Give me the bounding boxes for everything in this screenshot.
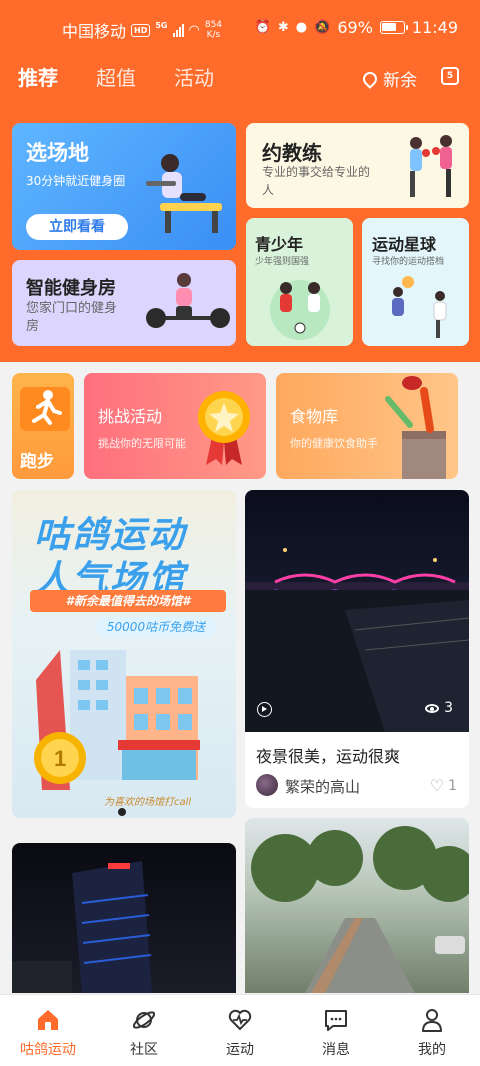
- nav-profile-label: 我的: [418, 1042, 446, 1058]
- card-running[interactable]: 跑步: [12, 373, 74, 479]
- youth-subtitle: 少年强则国强: [255, 257, 310, 267]
- venue-subtitle: 30分钟就近健身圈: [26, 174, 126, 188]
- view-count-value: 3: [444, 700, 453, 716]
- location-status-icon: ●: [295, 20, 308, 35]
- video-play-icon: [257, 702, 272, 717]
- like-count: 1: [448, 777, 457, 794]
- promo-banner[interactable]: 咕鸽运动 人气场馆 #新余最值得去的场馆# 50000咕币免费送 1 为喜欢的场…: [12, 490, 236, 818]
- bluetooth-icon: ✱: [277, 20, 289, 35]
- svg-text:1: 1: [54, 746, 66, 771]
- look-now-button[interactable]: 立即看看: [26, 214, 128, 240]
- challenge-title: 挑战活动: [98, 407, 163, 426]
- youth-title: 青少年: [255, 235, 304, 254]
- signal-icon: [172, 23, 184, 37]
- post-title: 夜景很美，运动很爽: [256, 747, 401, 766]
- eye-icon: [425, 703, 440, 713]
- clock: 11:49: [411, 18, 458, 37]
- runner-icon: [20, 387, 70, 431]
- card-smart-gym[interactable]: 智能健身房 您家门口的健身房: [12, 260, 236, 346]
- carrier-name: 中国移动: [62, 22, 127, 41]
- feed-post-card[interactable]: 3 夜景很美，运动很爽 繁荣的高山 ♡ 1: [245, 490, 469, 808]
- coach-subtitle: 专业的事交给专业的人: [262, 165, 371, 197]
- tab-recommend[interactable]: 推荐: [18, 62, 58, 91]
- card-book-coach[interactable]: 约教练 专业的事交给专业的人: [246, 123, 469, 208]
- wifi-icon: ◠: [188, 22, 200, 38]
- volleyball-illustration: [392, 276, 447, 338]
- star-subtitle: 寻找你的运动搭档: [372, 257, 445, 267]
- user-icon: [422, 1009, 442, 1032]
- building-illustration: 1: [34, 650, 200, 790]
- feed-card-night-building[interactable]: [12, 843, 236, 993]
- feed-card-tree-road[interactable]: [245, 818, 469, 993]
- status-bar: 中国移动 HD 5G ◠ 854 K/s ⏰ ✱ ● 🔕 69% 11:49: [0, 0, 480, 56]
- weightlifter-illustration: [146, 154, 222, 233]
- bottom-navigation: 咕鸽运动 社区 运动 消息 我的: [0, 994, 480, 1066]
- card-sport-planet[interactable]: 运动星球 寻找你的运动搭档: [362, 218, 469, 346]
- status-left: 中国移动 HD 5G ◠ 854 K/s: [62, 18, 222, 42]
- top-tabs: 推荐 超值 活动: [18, 62, 214, 91]
- gym-subtitle: 您家门口的健身房: [26, 301, 118, 334]
- banner-footer: 为喜欢的场馆打call: [104, 797, 192, 808]
- boxers-illustration: [410, 135, 452, 197]
- location-selector[interactable]: 新余: [360, 66, 417, 91]
- nav-community-label: 社区: [130, 1042, 158, 1058]
- home-icon: [38, 1010, 58, 1030]
- network-speed: 854 K/s: [205, 20, 222, 40]
- heart-icon: ♡: [429, 776, 445, 795]
- building-photo: [12, 861, 152, 993]
- road-photo: [251, 826, 469, 993]
- nav-profile[interactable]: 我的: [384, 995, 480, 1066]
- post-night-photo: 3: [245, 490, 469, 732]
- card-food-library[interactable]: 食物库 你的健康饮食助手: [276, 373, 458, 479]
- nav-sport[interactable]: 运动: [192, 995, 288, 1066]
- carousel-indicator: [118, 808, 126, 816]
- card-choose-venue[interactable]: 选场地 30分钟就近健身圈 立即看看: [12, 123, 236, 250]
- heartbeat-icon: [228, 1009, 252, 1031]
- calendar-icon[interactable]: 5: [441, 67, 459, 85]
- food-subtitle: 你的健康饮食助手: [290, 437, 378, 450]
- message-icon: [325, 1010, 347, 1031]
- card-challenge[interactable]: 挑战活动 挑战你的无限可能: [84, 373, 266, 479]
- venue-title: 选场地: [26, 141, 89, 165]
- status-right: ⏰ ✱ ● 🔕 69% 11:49: [255, 18, 458, 37]
- tab-activity[interactable]: 活动: [174, 62, 214, 91]
- food-title: 食物库: [290, 407, 339, 426]
- coach-title: 约教练: [262, 141, 322, 165]
- card-youth[interactable]: 青少年 少年强则国强: [246, 218, 353, 346]
- running-label: 跑步: [20, 452, 54, 472]
- battery-icon: [379, 21, 408, 34]
- banner-promo: 50000咕币免费送: [96, 617, 216, 637]
- nav-messages[interactable]: 消息: [288, 995, 384, 1066]
- medal-star-icon: [198, 391, 250, 465]
- gym-title: 智能健身房: [26, 278, 116, 299]
- star-title: 运动星球: [372, 235, 437, 254]
- planet-icon: [132, 1011, 156, 1029]
- speed-value: 854: [204, 20, 223, 30]
- nav-home[interactable]: 咕鸽运动: [0, 995, 96, 1066]
- nav-messages-label: 消息: [322, 1042, 350, 1058]
- banner-tag: #新余最值得去的场馆#: [30, 590, 226, 612]
- view-count: 3: [425, 700, 453, 716]
- mute-icon: 🔕: [314, 20, 331, 35]
- nav-home-label: 咕鸽运动: [20, 1042, 76, 1058]
- nav-community[interactable]: 社区: [96, 995, 192, 1066]
- location-label: 新余: [383, 71, 417, 91]
- challenge-subtitle: 挑战你的无限可能: [98, 437, 186, 450]
- tab-value[interactable]: 超值: [96, 62, 136, 91]
- nav-sport-label: 运动: [226, 1042, 254, 1058]
- soccer-illustration: [270, 280, 330, 340]
- grocery-bag-icon: [385, 376, 446, 479]
- like-button[interactable]: ♡ 1: [430, 776, 457, 795]
- avatar[interactable]: [256, 774, 278, 796]
- hd-badge: HD: [131, 23, 151, 37]
- barbell-illustration: [146, 273, 230, 328]
- battery-percent: 69%: [337, 18, 373, 37]
- location-pin-icon: [360, 68, 380, 89]
- speed-unit: K/s: [206, 30, 221, 40]
- alarm-icon: ⏰: [254, 20, 271, 35]
- network-type: 5G: [155, 20, 168, 30]
- post-author[interactable]: 繁荣的高山: [285, 776, 360, 797]
